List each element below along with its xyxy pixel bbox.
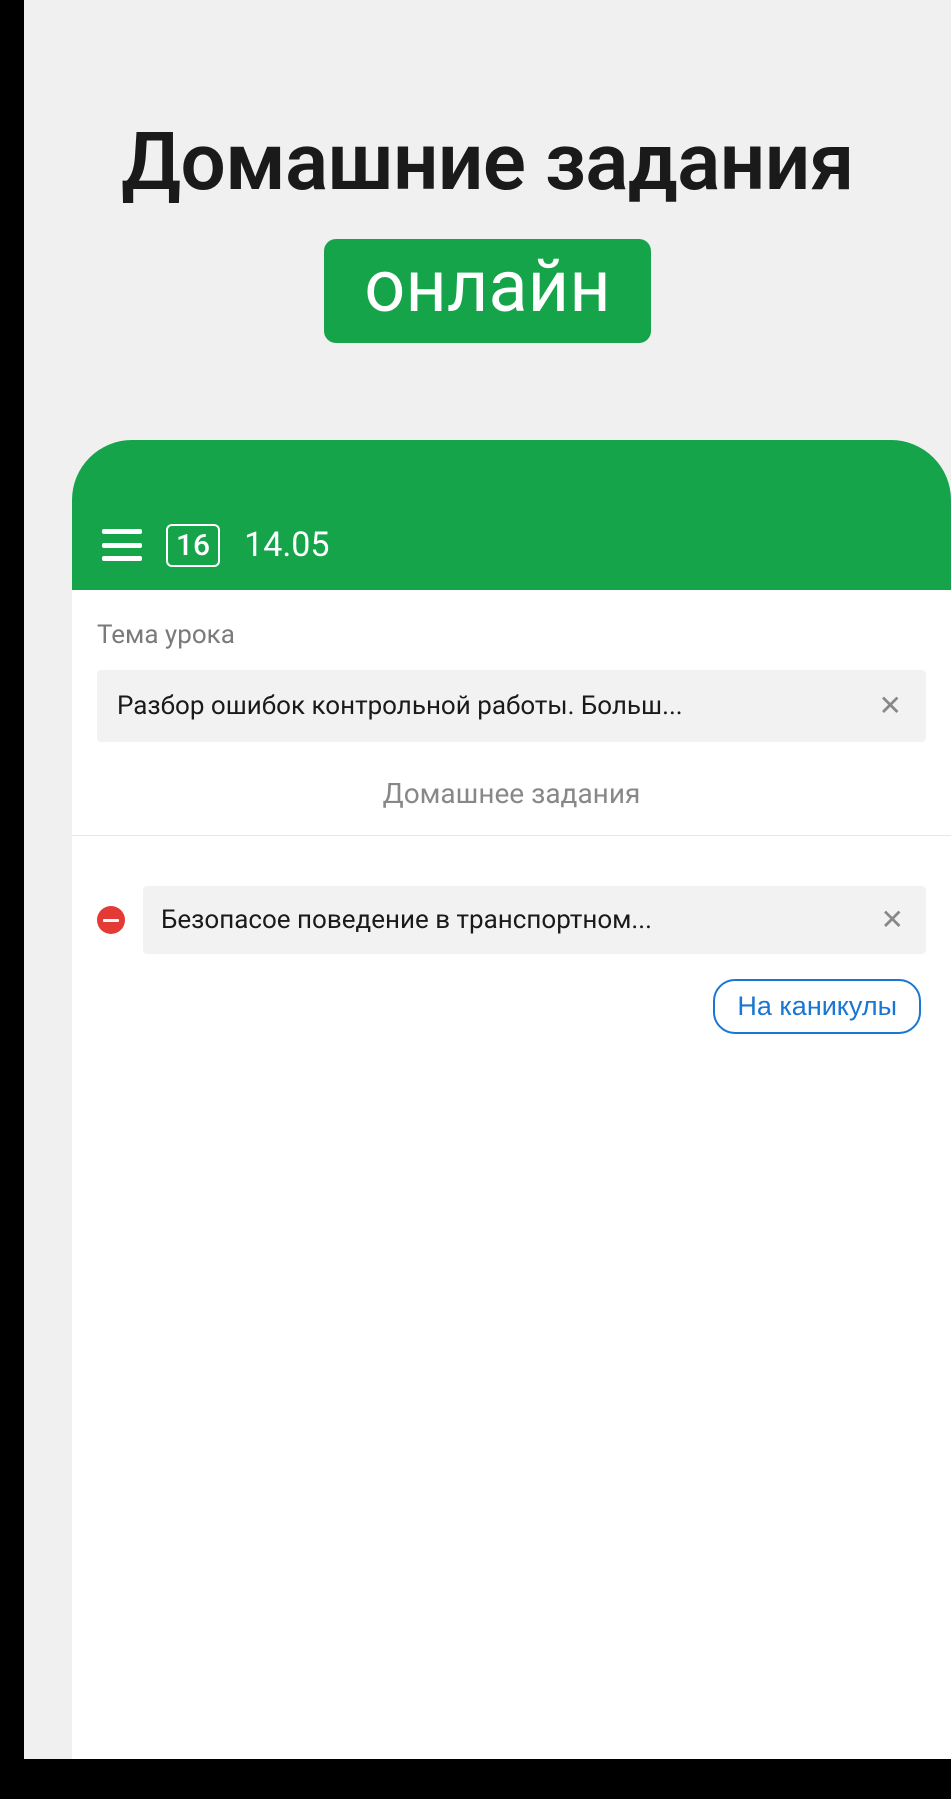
no-entry-icon [97,906,125,934]
homework-chip-text: Безопасое поведение в транспортном... [161,905,862,935]
black-sidebar [0,0,24,1799]
content-panel: Тема урока Разбор ошибок контрольной раб… [72,590,951,1759]
black-footer [0,1759,951,1799]
close-icon[interactable]: ✕ [877,902,908,938]
topic-section-label: Тема урока [97,620,926,650]
promo-title: Домашние задания [24,115,951,209]
homework-row: Безопасое поведение в транспортном... ✕ [97,886,926,954]
day-box[interactable]: 16 [166,524,220,567]
topic-chip-text: Разбор ошибок контрольной работы. Больш.… [117,691,860,721]
promo-badge: онлайн [324,239,650,343]
homework-section-label: Домашнее задания [97,777,926,835]
homework-chip[interactable]: Безопасое поведение в транспортном... ✕ [143,886,926,954]
menu-icon[interactable] [102,529,142,561]
close-icon[interactable]: ✕ [875,688,906,724]
holiday-button[interactable]: На каникулы [713,979,921,1034]
phone-frame: 16 14.05 Тема урока Разбор ошибок контро… [72,440,951,1759]
app-header: 16 14.05 [72,440,951,590]
date-label: 14.05 [244,525,329,565]
topic-chip[interactable]: Разбор ошибок контрольной работы. Больш.… [97,670,926,742]
divider [72,835,951,836]
promo-area: Домашние задания онлайн [0,0,951,343]
